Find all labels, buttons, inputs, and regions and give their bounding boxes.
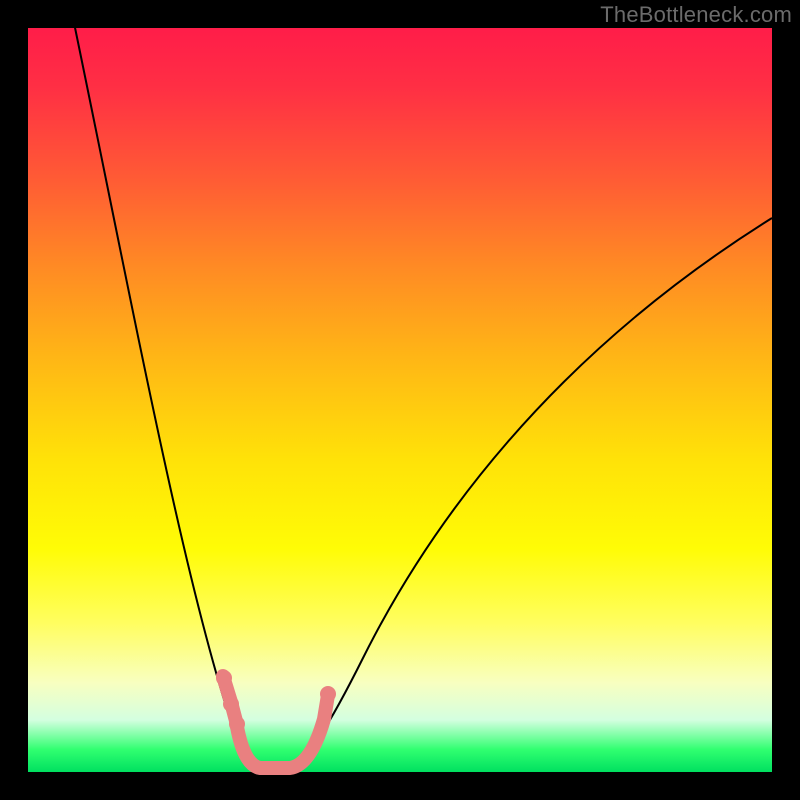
left-curve: [73, 18, 258, 771]
right-curve: [290, 218, 772, 771]
marker-dot: [229, 716, 245, 732]
chart-container: TheBottleneck.com: [0, 0, 800, 800]
watermark-text: TheBottleneck.com: [600, 2, 792, 28]
chart-curves: [28, 28, 772, 772]
marker-dot: [223, 696, 239, 712]
marker-dot: [216, 670, 232, 686]
marker-dot: [320, 686, 336, 702]
